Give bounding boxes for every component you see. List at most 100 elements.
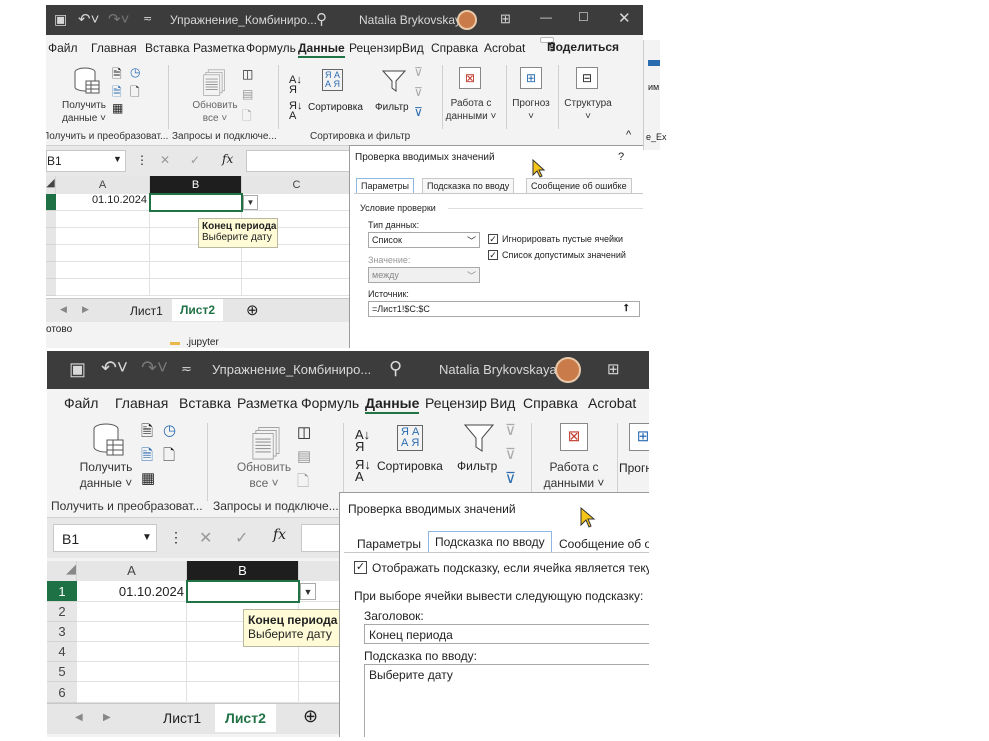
share-button[interactable]: ⇪ Поделиться	[540, 37, 619, 54]
cell[interactable]	[242, 279, 352, 296]
name-box[interactable]: B1 ▼	[46, 150, 126, 172]
cell[interactable]	[77, 622, 187, 642]
undo-icon[interactable]: ↶˅	[78, 10, 99, 28]
row-header-2[interactable]	[46, 211, 56, 228]
tab-insert[interactable]: Вставка	[145, 41, 190, 55]
redo-icon[interactable]: ↷˅	[108, 10, 129, 28]
tab-error-alert[interactable]: Сообщение об о	[552, 533, 649, 554]
collapse-dialog-icon[interactable]: ⭡	[624, 303, 629, 314]
cell-dropdown-button[interactable]: ▼	[300, 583, 316, 600]
data-tools-button[interactable]: Работа с данными ˅	[535, 459, 613, 491]
allow-select[interactable]: Список ﹀	[368, 232, 480, 248]
user-name[interactable]: Natalia Brykovskaya	[359, 13, 468, 27]
edit-links-icon[interactable]: 🗋	[242, 107, 252, 128]
recent-sources-icon[interactable]: ◷	[163, 421, 176, 439]
cell[interactable]	[77, 662, 187, 682]
sort-custom-icon[interactable]: Я АА Я	[322, 69, 344, 91]
sort-az-icon[interactable]: А↓ Я	[289, 75, 302, 96]
filter-icon[interactable]	[382, 69, 406, 93]
tab-settings[interactable]: Параметры	[356, 178, 414, 193]
sort-custom-icon[interactable]: Я АА Я	[397, 425, 424, 451]
row-header-2[interactable]: 2	[47, 602, 77, 622]
filter-button[interactable]: Фильтр	[457, 459, 497, 473]
save-icon[interactable]: ▣	[69, 359, 86, 380]
ribbon-display-icon[interactable]: ⊞	[607, 360, 620, 378]
sheet-tab-1[interactable]: Лист1	[163, 710, 201, 726]
avatar[interactable]	[457, 10, 477, 30]
fx-icon[interactable]: fx	[273, 527, 286, 543]
queries-icon[interactable]: ◫	[297, 423, 311, 441]
data-tools-button[interactable]: Работа с данными ˅	[442, 97, 500, 123]
cell[interactable]	[77, 682, 187, 703]
cell[interactable]	[56, 279, 150, 296]
tab-acrobat[interactable]: Acrobat	[588, 395, 636, 411]
selected-cell-b1[interactable]	[186, 580, 300, 603]
advanced-filter-icon[interactable]: ⊽	[414, 105, 423, 119]
help-button[interactable]: ?	[618, 151, 624, 163]
cell[interactable]	[56, 245, 150, 262]
tab-settings[interactable]: Параметры	[350, 533, 428, 554]
avatar[interactable]	[555, 357, 581, 383]
forecast-label[interactable]: Прогноз	[619, 461, 649, 475]
cell[interactable]	[77, 642, 187, 662]
cell[interactable]	[187, 662, 299, 682]
cell[interactable]	[187, 682, 299, 703]
redo-icon[interactable]: ↷˅	[141, 357, 168, 380]
scroll-right-icon[interactable]: ▶	[82, 304, 89, 315]
from-text-icon[interactable]: 🗎	[141, 421, 153, 446]
data-tools-icon[interactable]: ⊠	[560, 423, 588, 451]
selected-cell-b1[interactable]	[149, 193, 243, 212]
cell[interactable]	[56, 211, 150, 228]
clear-filter-icon[interactable]: ⊽	[505, 421, 516, 439]
row-header-4[interactable]: 4	[47, 642, 77, 662]
name-box[interactable]: B1 ▼	[53, 524, 157, 552]
save-icon[interactable]: ▣	[54, 11, 67, 28]
minimize-icon[interactable]: —	[540, 10, 552, 24]
properties-icon[interactable]: ▤	[242, 87, 253, 101]
data-tools-icon[interactable]: ⊠	[459, 67, 481, 89]
tab-formulas[interactable]: Формуль	[246, 41, 296, 55]
properties-icon[interactable]: ▤	[297, 447, 311, 465]
undo-icon[interactable]: ↶˅	[101, 357, 128, 380]
sort-za-icon[interactable]: Я↓ А	[355, 458, 371, 483]
outline-icon[interactable]: ⊟	[576, 67, 598, 89]
scroll-left-icon[interactable]: ◀	[60, 304, 67, 315]
tab-review[interactable]: Рецензир	[349, 41, 402, 55]
edit-links-icon[interactable]: 🗋	[297, 471, 309, 496]
search-icon[interactable]: ⚲	[389, 358, 402, 379]
incell-dropdown-checkbox[interactable]: ✓	[488, 250, 498, 260]
forecast-icon[interactable]: ⊞	[520, 67, 542, 89]
cell[interactable]	[56, 228, 150, 245]
search-icon[interactable]: ⚲	[316, 10, 327, 28]
tab-error-alert[interactable]: Сообщение об ошибке	[526, 178, 632, 193]
customize-icon[interactable]: ≂	[181, 361, 192, 377]
cancel-icon[interactable]: ✕	[199, 528, 212, 548]
tab-help[interactable]: Справка	[523, 395, 578, 411]
column-header-b[interactable]: B	[150, 176, 242, 194]
cell[interactable]	[150, 262, 242, 279]
user-name[interactable]: Natalia Brykovskaya	[439, 362, 557, 377]
existing-connections-icon[interactable]: 🗋	[130, 83, 140, 104]
tab-help[interactable]: Справка	[431, 41, 478, 55]
customize-icon[interactable]: ≂	[143, 12, 152, 25]
tab-file[interactable]: Файл	[64, 395, 98, 411]
sheet-tab-1[interactable]: Лист1	[130, 304, 163, 318]
sort-button[interactable]: Сортировка	[377, 459, 443, 473]
row-header-5[interactable]: 5	[47, 662, 77, 682]
scroll-right-icon[interactable]: ▶	[103, 712, 111, 723]
tab-insert[interactable]: Вставка	[179, 395, 231, 411]
select-all[interactable]: ◢	[47, 561, 77, 581]
select-all[interactable]: ◢	[46, 176, 56, 194]
column-header-b[interactable]: B	[187, 561, 299, 581]
cell[interactable]	[242, 194, 352, 211]
advanced-filter-icon[interactable]: ⊽	[505, 469, 516, 487]
tab-file[interactable]: Файл	[48, 41, 78, 55]
sheet-tab-2[interactable]: Лист2	[215, 704, 276, 732]
tab-home[interactable]: Главная	[91, 41, 137, 55]
enter-icon[interactable]: ✓	[190, 153, 200, 167]
from-table-icon[interactable]: ▦	[112, 101, 123, 115]
tab-input-message[interactable]: Подсказка по вводу	[428, 531, 552, 552]
from-web-icon[interactable]: 🗎	[141, 445, 153, 470]
refresh-button[interactable]: Обновить все ˅	[229, 459, 299, 491]
outline-button[interactable]: Структура ˅	[560, 97, 616, 123]
